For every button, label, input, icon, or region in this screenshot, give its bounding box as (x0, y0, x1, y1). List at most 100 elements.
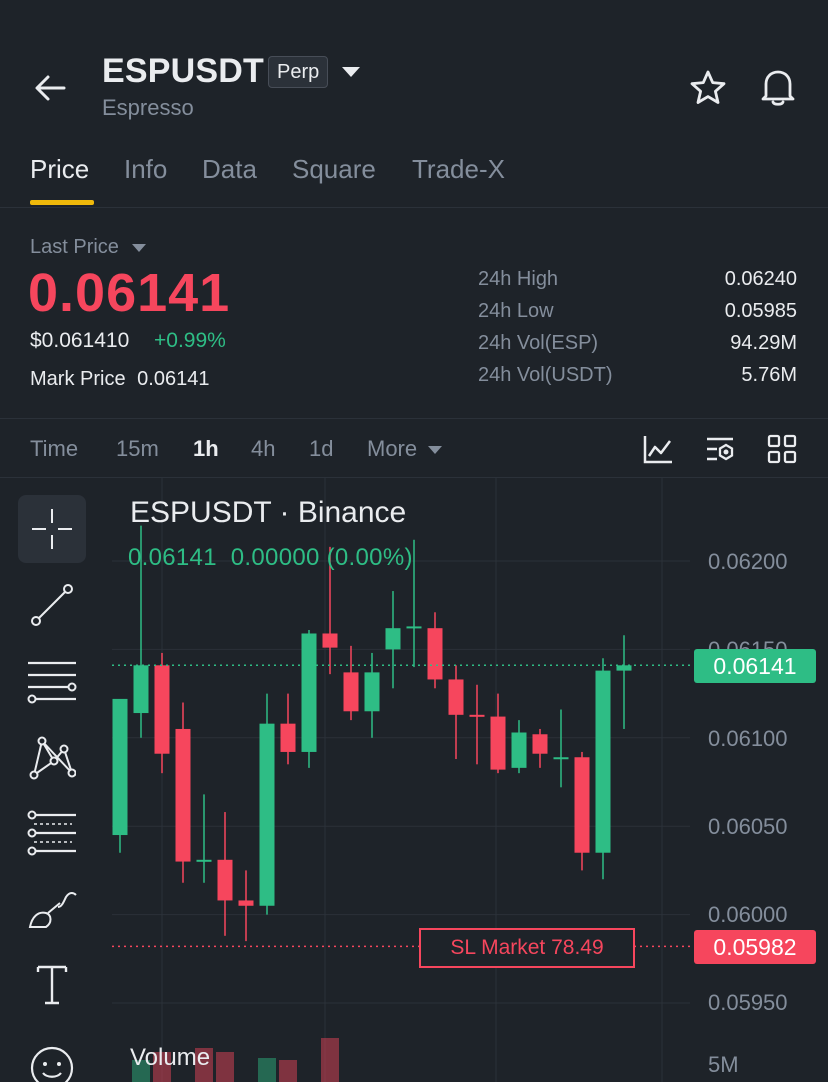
trend-line-icon (31, 584, 73, 626)
trend-line-tool[interactable] (18, 571, 86, 639)
candle-body (238, 900, 254, 906)
y-tick-label: 0.06200 (708, 549, 788, 574)
tab-price[interactable]: Price (30, 154, 89, 185)
timeframe-more[interactable]: More (367, 436, 443, 462)
volume-axis-label: 5M (708, 1052, 739, 1077)
main-tabs: Price Info Data Square Trade-X (0, 150, 828, 208)
candle-body (469, 714, 485, 717)
text-tool[interactable] (18, 951, 86, 1019)
candle-body (532, 734, 548, 754)
mark-price-row: Mark Price 0.06141 (30, 368, 209, 391)
emoji-tool[interactable] (18, 1026, 86, 1082)
timeframe-time[interactable]: Time (30, 436, 78, 462)
candle-body (427, 628, 443, 680)
brush-icon (28, 892, 77, 928)
tab-info[interactable]: Info (124, 154, 167, 185)
favorite-button[interactable] (688, 68, 728, 108)
symbol-dropdown-button[interactable] (340, 62, 362, 82)
volume-bar (216, 1052, 234, 1082)
stat-label-high: 24h High (478, 268, 559, 290)
candlestick-chart[interactable] (0, 478, 828, 1082)
symbol-title[interactable]: ESPUSDT (102, 52, 264, 91)
candle-body (154, 665, 170, 754)
stat-value-high: 0.06240 (724, 268, 797, 290)
y-tick-label: 0.06100 (708, 726, 788, 751)
price-change-percent: +0.99% (154, 329, 226, 352)
stat-label-vol-esp: 24h Vol(ESP) (478, 332, 599, 354)
divider (0, 418, 828, 419)
chart-settings-button[interactable] (704, 433, 736, 465)
timeframe-15m[interactable]: 15m (116, 436, 159, 462)
candle-body (385, 628, 401, 650)
volume-bar (321, 1038, 339, 1082)
fib-tool[interactable] (18, 799, 86, 867)
candle-body (322, 633, 338, 648)
caret-down-icon (131, 243, 146, 252)
timeframe-1h[interactable]: 1h (193, 436, 219, 462)
timeframe-4h[interactable]: 4h (251, 436, 275, 462)
volume-bar (258, 1058, 276, 1082)
back-button[interactable] (30, 68, 70, 108)
mark-price-label: Mark Price (30, 368, 126, 390)
indicators-button[interactable] (642, 433, 674, 465)
candles-group (112, 525, 632, 942)
candle-body (364, 672, 380, 712)
y-tick-label: 0.05950 (708, 990, 788, 1015)
last-price-label: Last Price (30, 236, 119, 258)
tab-data[interactable]: Data (202, 154, 257, 185)
stat-value-vol-usdt: 5.76M (741, 364, 797, 386)
candle-body (217, 859, 233, 901)
candle-body (301, 633, 317, 752)
active-tab-indicator (30, 200, 94, 205)
line-chart-icon (643, 436, 672, 464)
tab-square[interactable]: Square (292, 154, 376, 185)
pattern-tool[interactable] (18, 723, 86, 791)
candle-body (175, 728, 191, 862)
candle-body (448, 679, 464, 715)
last-price-value: 0.06141 (28, 263, 231, 323)
symbol-subtitle: Espresso (102, 95, 194, 120)
horizontal-lines-icon (27, 661, 77, 704)
timeframe-1d[interactable]: 1d (309, 436, 333, 462)
timeframe-more-label: More (367, 436, 418, 461)
crosshair-tool[interactable] (18, 495, 86, 563)
text-icon (36, 965, 68, 1005)
last-price-selector[interactable]: Last Price (30, 236, 147, 259)
candle-body (490, 716, 506, 770)
ohlc-readout: 0.06141 0.00000 (0.00%) (128, 544, 413, 571)
candle-body (406, 626, 422, 629)
layout-grid-button[interactable] (766, 433, 798, 465)
candle-body (616, 665, 632, 671)
stat-value-low: 0.05985 (724, 300, 797, 322)
pattern-icon (29, 736, 76, 780)
candle-body (595, 670, 611, 853)
chart-title: ESPUSDT · Binance (130, 496, 407, 529)
stat-label-low: 24h Low (478, 300, 554, 322)
y-tick-label: 0.06050 (708, 814, 788, 839)
perp-badge: Perp (268, 56, 329, 88)
y-tick-label: 0.06000 (708, 902, 788, 927)
stop-loss-order-label[interactable]: SL Market 78.49 (419, 928, 635, 968)
mark-price-value: 0.06141 (137, 368, 210, 390)
current-price-tag: 0.06141 (694, 649, 816, 683)
settings-sliders-icon (707, 437, 734, 461)
smiley-icon (30, 1046, 74, 1082)
bell-icon (761, 70, 795, 106)
horizontal-lines-tool[interactable] (18, 647, 86, 715)
candle-body (574, 757, 590, 853)
candle-body (280, 723, 296, 752)
volume-label: Volume (130, 1044, 211, 1071)
volume-bar (279, 1060, 297, 1082)
stat-label-vol-usdt: 24h Vol(USDT) (478, 364, 613, 386)
usd-price: $0.061410 (30, 329, 130, 352)
alert-button[interactable] (758, 66, 798, 108)
caret-down-icon (342, 67, 360, 77)
crosshair-icon (32, 509, 72, 549)
candle-body (343, 672, 359, 712)
brush-tool[interactable] (18, 875, 86, 943)
tab-trade-x[interactable]: Trade-X (412, 154, 505, 185)
star-icon (690, 70, 726, 104)
grid-icon (767, 434, 797, 464)
candle-body (259, 723, 275, 906)
caret-down-icon (428, 446, 443, 455)
